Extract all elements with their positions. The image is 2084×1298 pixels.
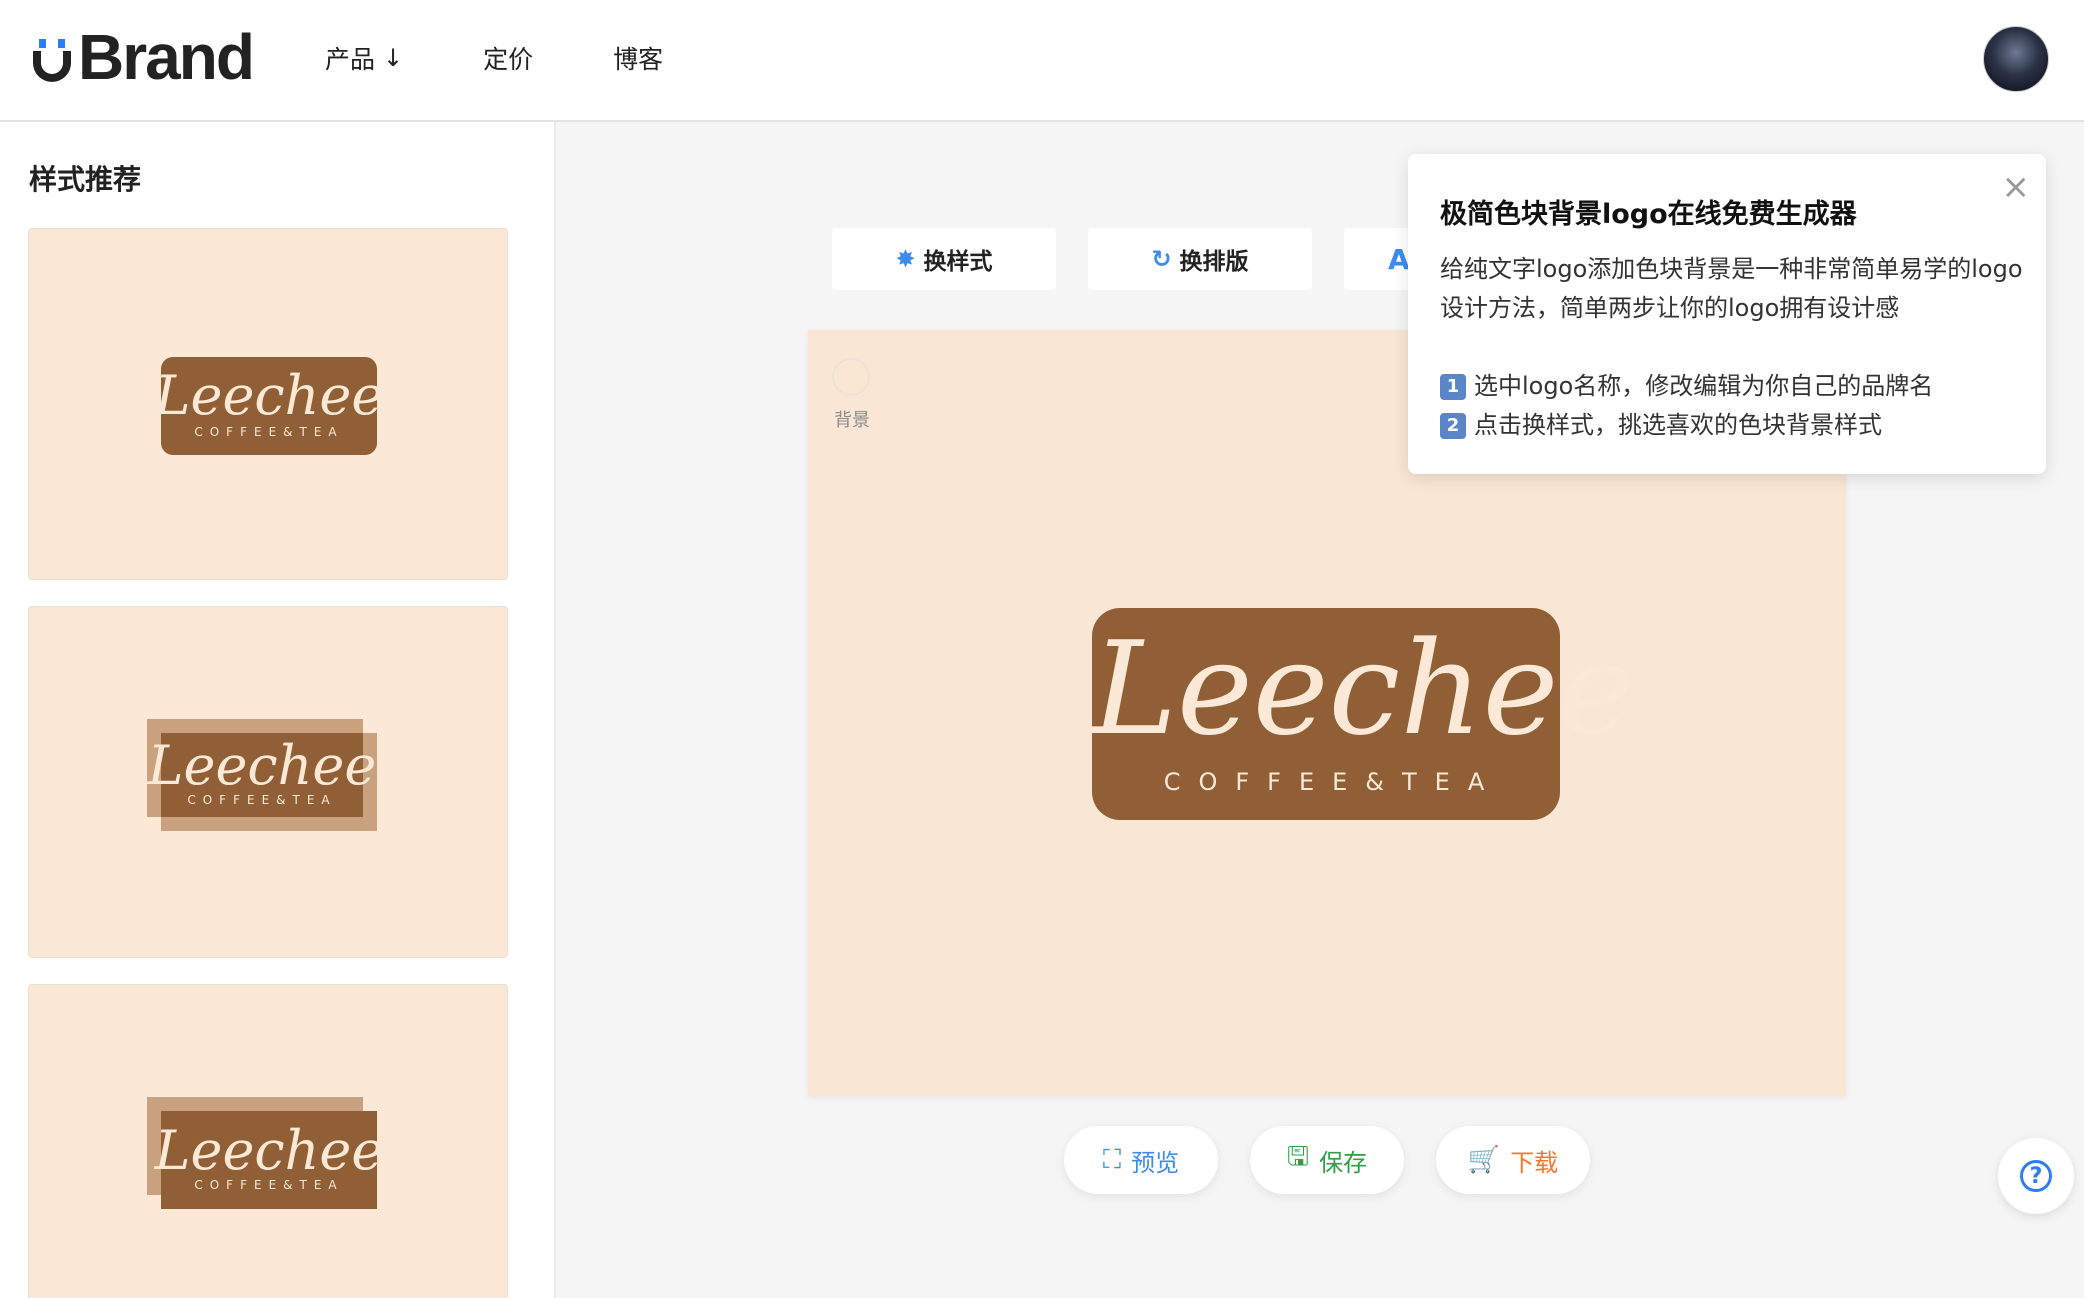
tooltip-step-text: 点击换样式，挑选喜欢的色块背景样式 (1474, 411, 1882, 439)
step-number-badge: 1 (1440, 373, 1466, 400)
style-card[interactable]: Leechee COFFEE&TEA (28, 984, 508, 1298)
floppy-disk-icon: 🖫 (1286, 1142, 1310, 1172)
main-nav: 产品 ↓ 定价 博客 (325, 40, 743, 76)
style-card-logo-block: Leechee COFFEE&TEA (155, 1111, 383, 1209)
logo-color-block[interactable]: Leechee COFFEE&TEA (1092, 608, 1634, 820)
brand-logo-text: Brand (78, 21, 255, 93)
nav-item-pricing[interactable]: 定价 (483, 40, 533, 76)
change-style-label: 换样式 (923, 249, 993, 275)
brand-logo-u-icon (33, 39, 71, 82)
logo-slogan-text[interactable]: COFFEE&TEA (1092, 768, 1560, 796)
style-card[interactable]: Leechee COFFEE&TEA (28, 228, 508, 580)
style-card-logo-sub: COFFEE&TEA (194, 1178, 344, 1192)
style-card-logo-sub: COFFEE&TEA (194, 425, 344, 439)
style-card-logo-script: Leechee (154, 1119, 384, 1182)
style-card[interactable]: Leechee COFFEE&TEA (28, 606, 508, 958)
sidebar-title: 样式推荐 (29, 163, 142, 196)
download-label: 下载 (1510, 1148, 1559, 1177)
user-avatar[interactable] (1983, 26, 2049, 92)
tooltip-step: 1 选中logo名称，修改编辑为你自己的品牌名 (1440, 367, 2030, 406)
preview-button[interactable]: ⛶ 预览 (1064, 1126, 1218, 1194)
preview-label: 预览 (1131, 1148, 1180, 1177)
help-button[interactable]: ? (1998, 1138, 2074, 1214)
save-label: 保存 (1319, 1148, 1368, 1177)
style-card-logo-sub: COFFEE&TEA (187, 793, 337, 807)
arrow-down-icon: ↓ (383, 44, 404, 72)
style-card-logo-script: Leechee (147, 734, 377, 797)
logo-name-text[interactable]: Leechee (1092, 626, 1634, 754)
download-button[interactable]: 🛒 下载 (1436, 1126, 1590, 1194)
intro-tooltip: × 极简色块背景logo在线免费生成器 给纯文字logo添加色块背景是一种非常简… (1408, 154, 2046, 474)
tooltip-description: 给纯文字logo添加色块背景是一种非常简单易学的logo设计方法，简单两步让你的… (1440, 255, 2023, 322)
style-card-logo-script: Leechee (154, 364, 384, 427)
nav-item-products-label: 产品 (325, 45, 376, 74)
change-style-button[interactable]: ✸ 换样式 (832, 228, 1056, 290)
close-icon[interactable]: × (2002, 170, 2031, 204)
tooltip-body: 给纯文字logo添加色块背景是一种非常简单易学的logo设计方法，简单两步让你的… (1440, 250, 2030, 445)
fullscreen-icon: ⛶ (1102, 1144, 1122, 1175)
style-card-logo-block: Leechee COFFEE&TEA (155, 357, 383, 455)
save-button[interactable]: 🖫 保存 (1250, 1126, 1404, 1194)
tooltip-step: 2 点击换样式，挑选喜欢的色块背景样式 (1440, 406, 2030, 445)
shopping-cart-icon: 🛒 (1467, 1145, 1501, 1175)
background-color-swatch[interactable] (832, 358, 870, 396)
question-mark-icon: ? (2020, 1160, 2052, 1192)
style-recommend-sidebar: 样式推荐 Leechee COFFEE&TEA Leechee COFFEE&T… (0, 122, 556, 1298)
tooltip-spacer (1440, 328, 2030, 367)
background-label: 背景 (834, 410, 870, 431)
tooltip-step-text: 选中logo名称，修改编辑为你自己的品牌名 (1474, 372, 1934, 400)
style-card-logo-block: Leechee COFFEE&TEA (148, 733, 376, 817)
refresh-icon: ↻ (1151, 245, 1172, 273)
nav-item-blog[interactable]: 博客 (613, 40, 663, 76)
magic-wand-icon: ✸ (895, 245, 916, 273)
tooltip-title: 极简色块背景logo在线免费生成器 (1440, 199, 1857, 230)
nav-item-products[interactable]: 产品 ↓ (325, 40, 403, 76)
font-icon: A (1388, 242, 1410, 276)
change-layout-label: 换排版 (1179, 249, 1249, 275)
top-header: Brand 产品 ↓ 定价 博客 (0, 0, 2084, 122)
change-layout-button[interactable]: ↻ 换排版 (1088, 228, 1312, 290)
brand-logo[interactable]: Brand (30, 21, 255, 93)
step-number-badge: 2 (1440, 412, 1466, 439)
